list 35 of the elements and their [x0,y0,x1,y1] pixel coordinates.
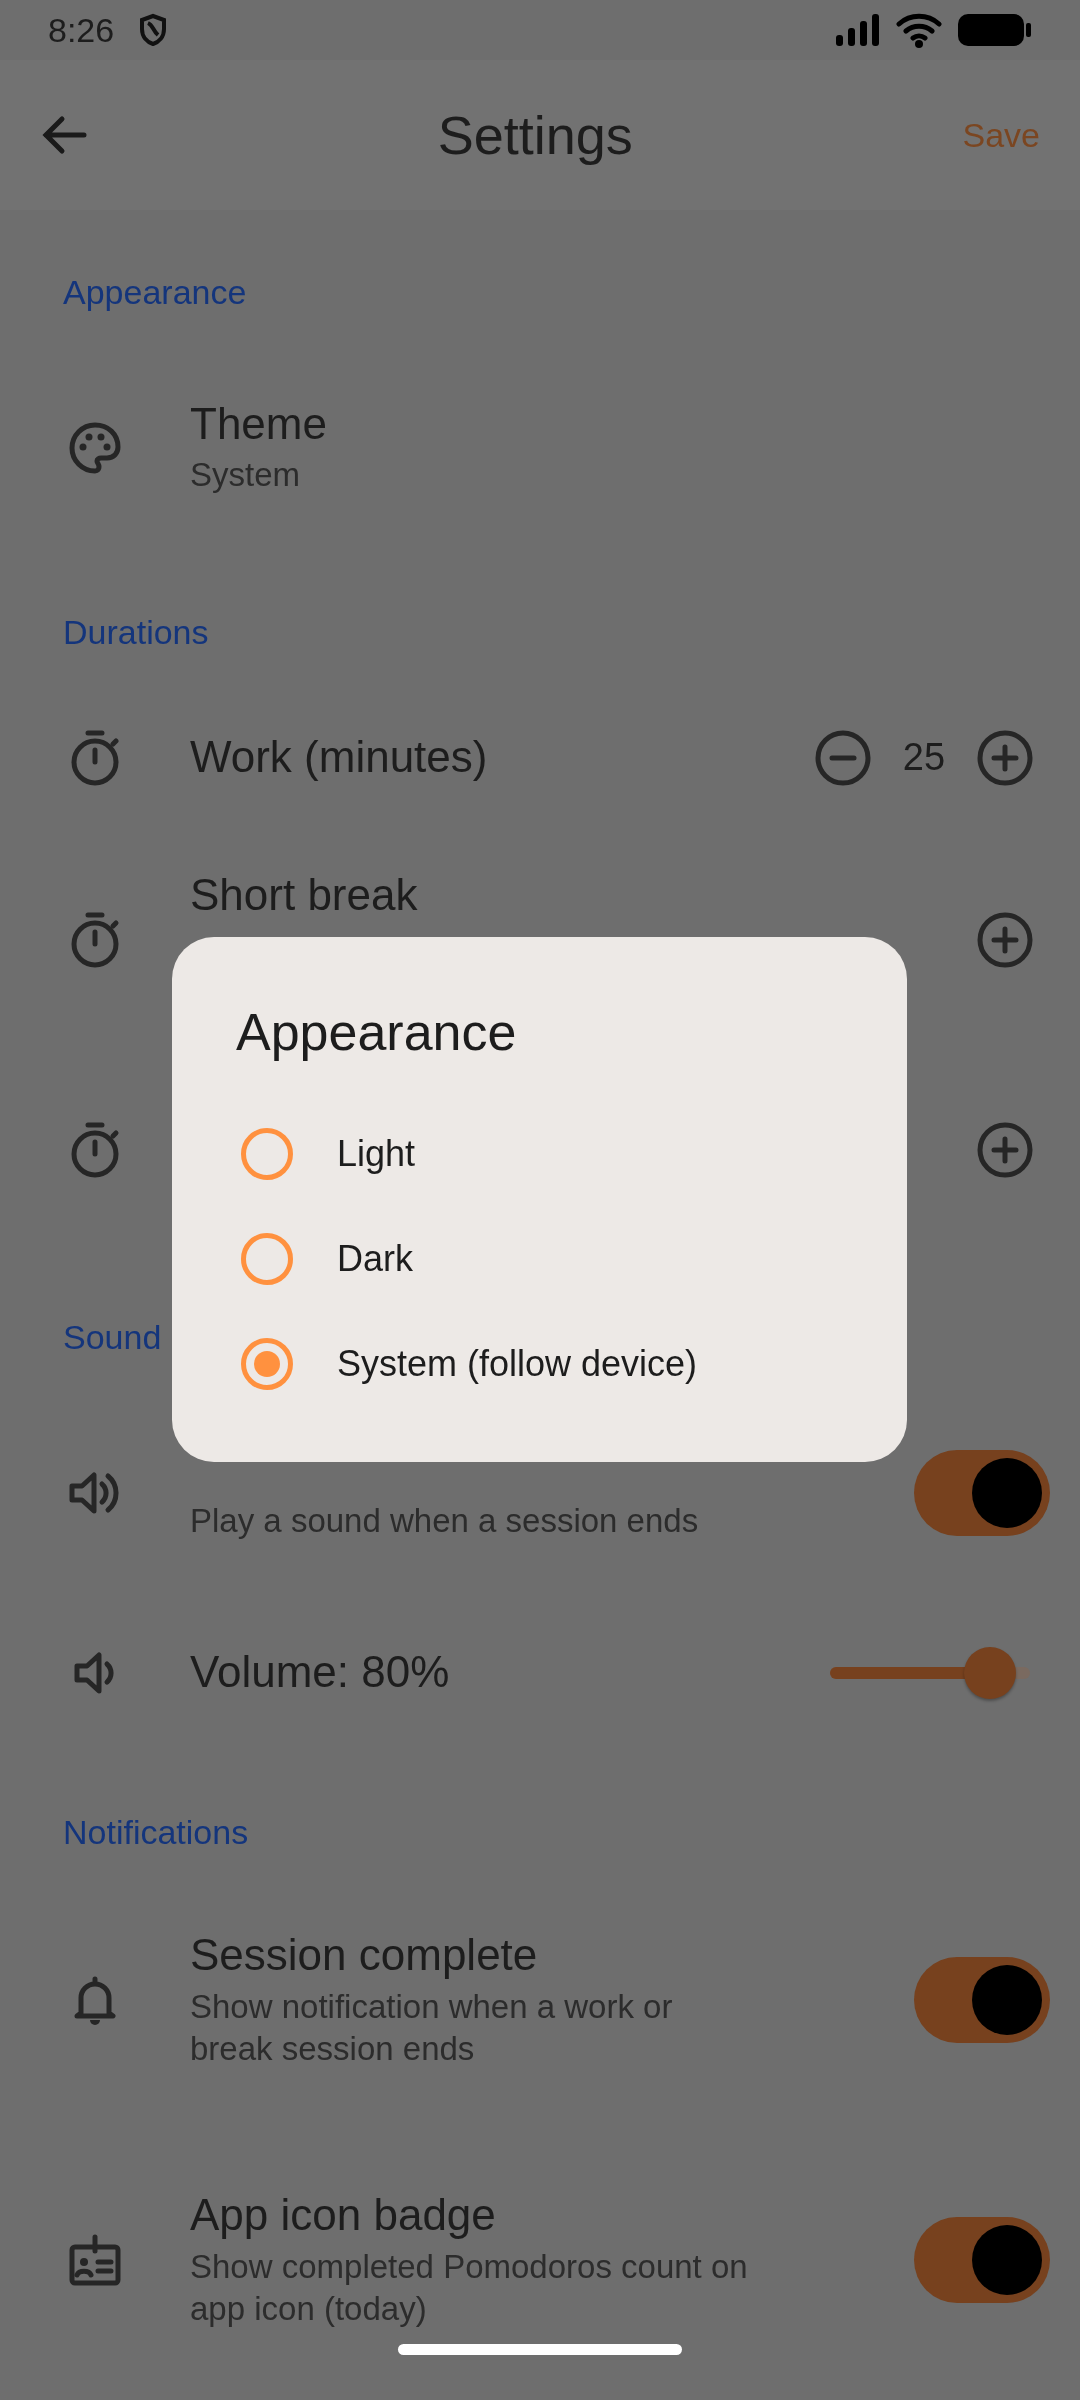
setting-title: Theme [190,397,328,450]
plus-button[interactable] [976,728,1034,787]
stopwatch-icon [69,728,121,787]
setting-subtitle: Show completed Pomodoros count on app icon (today) [190,2246,749,2330]
setting-title: App icon badge [190,2188,497,2241]
setting-title: Volume: 80% [190,1646,451,1699]
signal-icon [834,13,880,47]
plus-button[interactable] [976,911,1034,969]
id-badge-icon [68,2233,122,2287]
wifi-icon [896,12,942,48]
slider-thumb[interactable] [964,1646,1016,1699]
plus-button[interactable] [976,1121,1034,1179]
shield-icon [138,13,169,47]
setting-subtitle: Show notification when a work or break session ends [190,1986,674,2070]
setting-subtitle: System [190,455,302,496]
section-heading: Durations [62,612,209,653]
stopwatch-icon [69,911,121,969]
screen-title: Settings [436,103,634,167]
clock: 8:26 [48,9,115,51]
section-heading: Sound [62,1317,162,1358]
section-heading: Appearance [62,272,247,313]
setting-subtitle: Play a sound when a session ends [190,1500,700,1541]
setting-title: Session complete [190,1928,539,1981]
stopwatch-icon [69,1121,121,1179]
dialog-title: Appearance [236,1002,518,1063]
section-heading: Notifications [62,1812,249,1853]
radio-option[interactable]: Dark [236,1206,843,1311]
setting-title: Short break [190,868,419,921]
setting-title: Work (minutes) [190,731,489,784]
battery-icon [958,13,1032,47]
radio-option[interactable]: System (follow device) [236,1311,843,1416]
back-button[interactable] [40,115,88,155]
radio-option[interactable]: Light [236,1101,843,1206]
stepper-value: 25 [901,735,947,780]
minus-button[interactable] [814,728,872,787]
